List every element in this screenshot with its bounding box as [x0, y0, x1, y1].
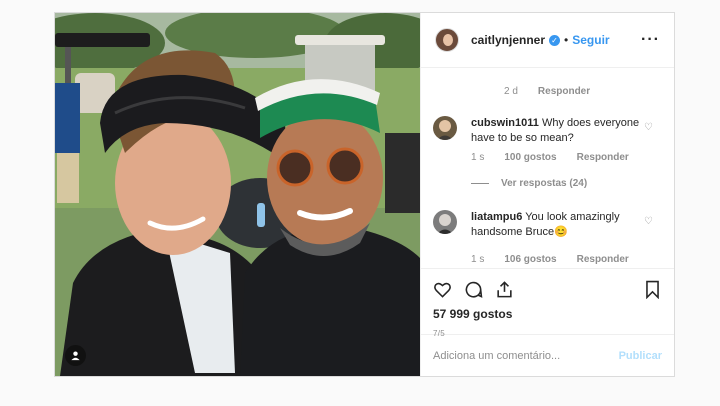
comment-reply-link[interactable]: Responder	[577, 254, 629, 265]
comment-input[interactable]: Adiciona um comentário...	[433, 350, 560, 362]
publish-button[interactable]: Publicar	[619, 350, 662, 362]
post-container: caitlynjenner ✓ • Seguir ··· 2 d Respond…	[54, 12, 675, 377]
comment-likes-count[interactable]: 106 gostos	[504, 254, 556, 265]
comment-avatar[interactable]	[433, 116, 457, 140]
post-photo[interactable]	[55, 13, 420, 376]
comment-likes-count[interactable]: 100 gostos	[504, 152, 556, 163]
avatar[interactable]	[435, 28, 459, 52]
comment-meta: 1 s 100 gostos Responder	[471, 152, 658, 163]
comment-avatar[interactable]	[433, 210, 457, 234]
post-actions: 57 999 gostos 7/5	[421, 268, 674, 338]
photo-illustration	[55, 13, 420, 376]
username-link[interactable]: caitlynjenner	[471, 33, 545, 47]
person-tag-icon[interactable]	[65, 345, 86, 366]
comment-item: cubswin1011 Why does everyone have to be…	[433, 116, 658, 163]
comment-like-icon[interactable]: ♡	[644, 216, 654, 227]
comment-time: 1 s	[471, 152, 485, 163]
comment-body: liatampu6 You look amazingly handsome Br…	[471, 210, 658, 240]
verified-badge-icon: ✓	[549, 34, 561, 46]
comment-time: 1 s	[471, 254, 485, 265]
post-header: caitlynjenner ✓ • Seguir ···	[421, 13, 674, 68]
post-sidebar: caitlynjenner ✓ • Seguir ··· 2 d Respond…	[420, 13, 674, 376]
caption-reply-link[interactable]: Responder	[538, 86, 590, 97]
share-icon[interactable]	[495, 280, 514, 299]
caption-meta: 2 d Responder	[504, 86, 590, 97]
bookmark-icon[interactable]	[643, 280, 662, 299]
view-replies-button[interactable]: Ver respostas (24)	[471, 178, 587, 189]
comment-meta: 1 s 106 gostos Responder	[471, 254, 658, 265]
comments-list[interactable]: 2 d Responder cubswin1011 Why does every…	[421, 68, 674, 268]
add-comment-bar: Adiciona um comentário... Publicar	[421, 334, 674, 376]
separator: •	[564, 33, 569, 47]
comment-like-icon[interactable]: ♡	[644, 122, 654, 133]
comment-icon[interactable]	[464, 280, 483, 299]
replies-divider	[471, 183, 489, 184]
view-replies-label[interactable]: Ver respostas (24)	[501, 178, 587, 189]
comment-username[interactable]: liatampu6	[471, 211, 522, 223]
comment-reply-link[interactable]: Responder	[577, 152, 629, 163]
more-horizontal-icon[interactable]: ···	[641, 31, 660, 49]
heart-icon[interactable]	[433, 280, 452, 299]
caption-time: 2 d	[504, 86, 518, 97]
comment-username[interactable]: cubswin1011	[471, 117, 539, 129]
likes-count[interactable]: 57 999 gostos	[433, 307, 662, 321]
comment-item: liatampu6 You look amazingly handsome Br…	[433, 210, 658, 265]
comment-body: cubswin1011 Why does everyone have to be…	[471, 116, 658, 146]
post-date: 7/5	[433, 329, 446, 338]
follow-button[interactable]: Seguir	[572, 33, 609, 47]
